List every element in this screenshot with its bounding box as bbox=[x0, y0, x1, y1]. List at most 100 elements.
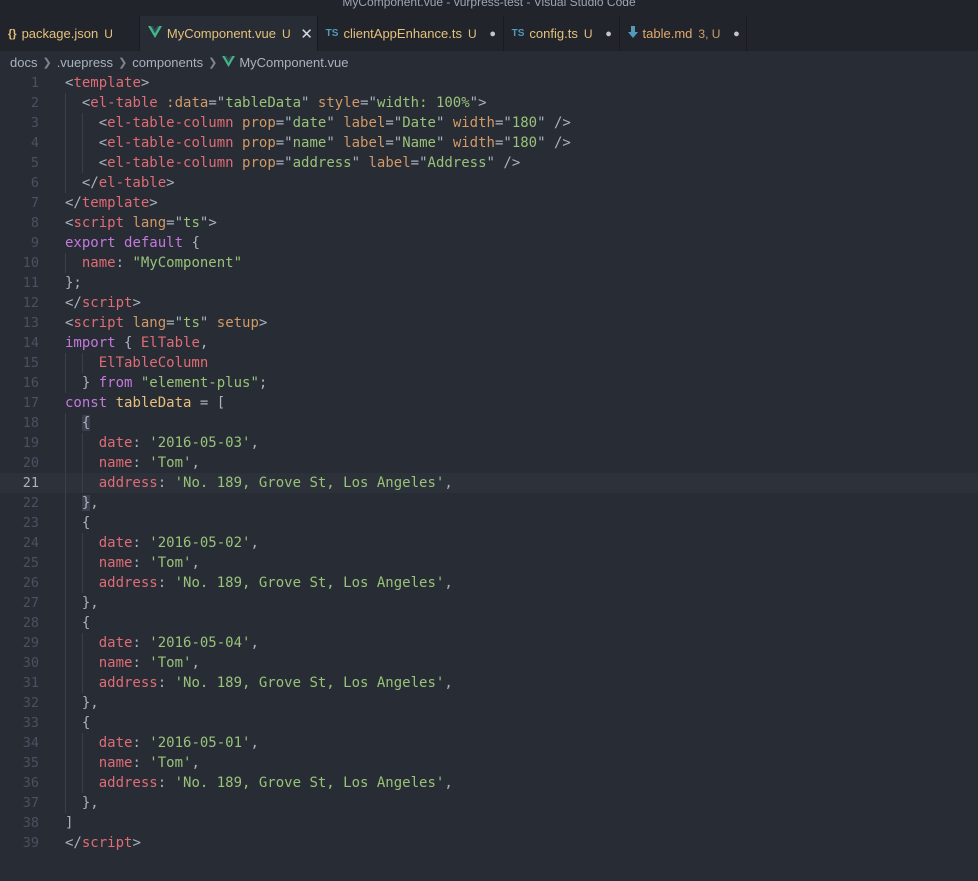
code-line[interactable]: 13 <script lang="ts" setup> bbox=[0, 313, 978, 333]
tab-clientappenhance-ts[interactable]: TS clientAppEnhance.ts U ● bbox=[317, 16, 504, 51]
code-token: { bbox=[191, 235, 200, 251]
line-number: 10 bbox=[22, 255, 39, 271]
breadcrumb-item-file[interactable]: MyComponent.vue bbox=[239, 55, 348, 70]
unsaved-dot-icon[interactable]: ● bbox=[726, 28, 746, 40]
code-token: '2016-05-02' bbox=[149, 535, 251, 551]
code-token: script bbox=[73, 215, 125, 231]
code-token: name bbox=[98, 555, 133, 571]
breadcrumb-item-docs[interactable]: docs bbox=[10, 55, 37, 70]
code-token: > bbox=[140, 75, 150, 91]
code-line[interactable]: 12 </script> bbox=[0, 293, 978, 313]
code-line[interactable]: 19 date: '2016-05-03', bbox=[0, 433, 978, 453]
code-line[interactable]: 14 import { ElTable, bbox=[0, 333, 978, 353]
code-line[interactable]: 2 <el-table :data="tableData" style="wid… bbox=[0, 93, 978, 113]
code-line[interactable]: 29 date: '2016-05-04', bbox=[0, 633, 978, 653]
code-text: address: 'No. 189, Grove St, Los Angeles… bbox=[65, 673, 453, 693]
code-line[interactable]: 28 { bbox=[0, 613, 978, 633]
code-line[interactable]: 3 <el-table-column prop="date" label="Da… bbox=[0, 113, 978, 133]
code-text: name: 'Tom', bbox=[65, 753, 200, 773]
code-token: ts bbox=[183, 315, 200, 331]
code-line[interactable]: 4 <el-table-column prop="name" label="Na… bbox=[0, 133, 978, 153]
code-text: date: '2016-05-03', bbox=[65, 433, 259, 453]
code-token: import bbox=[65, 335, 116, 351]
code-line[interactable]: 21 address: 'No. 189, Grove St, Los Ange… bbox=[0, 473, 978, 493]
code-token: 'No. 189, Grove St, Los Angeles' bbox=[174, 475, 445, 491]
line-number: 34 bbox=[22, 735, 39, 751]
code-text: }, bbox=[65, 793, 99, 813]
code-token: lang bbox=[132, 315, 167, 331]
code-text: </template> bbox=[65, 193, 158, 213]
code-line[interactable]: 1 <template> bbox=[0, 73, 978, 93]
tab-label: config.ts bbox=[529, 26, 578, 41]
breadcrumb-item-components[interactable]: components bbox=[132, 55, 203, 70]
code-line[interactable]: 8 <script lang="ts"> bbox=[0, 213, 978, 233]
code-token: , bbox=[250, 735, 259, 751]
code-token: }, bbox=[81, 595, 99, 611]
code-line[interactable]: 9 export default { bbox=[0, 233, 978, 253]
code-line[interactable]: 33 { bbox=[0, 713, 978, 733]
unsaved-dot-icon[interactable]: ● bbox=[599, 28, 619, 40]
tab-package-json[interactable]: {} package.json U bbox=[0, 16, 140, 51]
code-token: prop bbox=[242, 135, 276, 151]
code-line[interactable]: 17 const tableData = [ bbox=[0, 393, 978, 413]
code-line[interactable]: 38] bbox=[0, 813, 978, 833]
code-line[interactable]: 36 address: 'No. 189, Grove St, Los Ange… bbox=[0, 773, 978, 793]
code-line[interactable]: 30 name: 'Tom', bbox=[0, 653, 978, 673]
git-status-badge: U bbox=[467, 26, 477, 41]
tab-mycomponent-vue[interactable]: MyComponent.vue U ✕ bbox=[139, 16, 318, 51]
code-line[interactable]: 32 }, bbox=[0, 693, 978, 713]
code-line[interactable]: 10 name: "MyComponent" bbox=[0, 253, 978, 273]
code-line[interactable]: 35 name: 'Tom', bbox=[0, 753, 978, 773]
tab-config-ts[interactable]: TS config.ts U ● bbox=[503, 16, 620, 51]
code-line[interactable]: 20 name: 'Tom', bbox=[0, 453, 978, 473]
tab-table-md[interactable]: table.md 3, U ● bbox=[619, 16, 748, 51]
code-line[interactable]: 5 <el-table-column prop="address" label=… bbox=[0, 153, 978, 173]
code-line[interactable]: 11}; bbox=[0, 273, 978, 293]
code-line[interactable]: 26 address: 'No. 189, Grove St, Los Ange… bbox=[0, 573, 978, 593]
line-number: 15 bbox=[22, 355, 39, 371]
code-line[interactable]: 39 </script> bbox=[0, 833, 978, 853]
code-line[interactable]: 37 }, bbox=[0, 793, 978, 813]
vue-icon bbox=[222, 55, 236, 70]
code-editor[interactable]: 1 <template> 2 <el-table :data="tableData"… bbox=[0, 73, 978, 881]
code-line[interactable]: 31 address: 'No. 189, Grove St, Los Ange… bbox=[0, 673, 978, 693]
breadcrumb-item-vuepress[interactable]: .vuepress bbox=[57, 55, 113, 70]
code-text: import { ElTable, bbox=[65, 333, 208, 353]
line-number: 4 bbox=[30, 135, 39, 151]
code-line[interactable]: 34 date: '2016-05-01', bbox=[0, 733, 978, 753]
code-line[interactable]: 7 </template> bbox=[0, 193, 978, 213]
code-token: ; bbox=[258, 375, 268, 391]
json-icon: {} bbox=[8, 27, 17, 40]
line-number: 23 bbox=[22, 515, 39, 531]
line-number: 21 bbox=[22, 475, 39, 491]
code-line[interactable]: 18 { bbox=[0, 413, 978, 433]
tab-label: clientAppEnhance.ts bbox=[343, 26, 462, 41]
code-token: " bbox=[326, 135, 335, 151]
code-line[interactable]: 24 date: '2016-05-02', bbox=[0, 533, 978, 553]
code-token: , bbox=[444, 675, 453, 691]
code-line[interactable]: 22 }, bbox=[0, 493, 978, 513]
code-token: : bbox=[132, 535, 150, 551]
code-line[interactable]: 16 } from "element-plus"; bbox=[0, 373, 978, 393]
code-line[interactable]: 23 { bbox=[0, 513, 978, 533]
code-token: Date bbox=[402, 115, 436, 131]
code-token: name bbox=[98, 655, 133, 671]
unsaved-dot-icon[interactable]: ● bbox=[483, 28, 503, 40]
code-line[interactable]: 6 </el-table> bbox=[0, 173, 978, 193]
code-token: /> bbox=[554, 115, 571, 131]
code-token: ElTableColumn bbox=[98, 355, 209, 371]
code-token: 'Tom' bbox=[149, 555, 192, 571]
code-line[interactable]: 27 }, bbox=[0, 593, 978, 613]
close-icon[interactable]: ✕ bbox=[297, 25, 317, 43]
code-line[interactable]: 15 ElTableColumn bbox=[0, 353, 978, 373]
code-line[interactable]: 25 name: 'Tom', bbox=[0, 553, 978, 573]
